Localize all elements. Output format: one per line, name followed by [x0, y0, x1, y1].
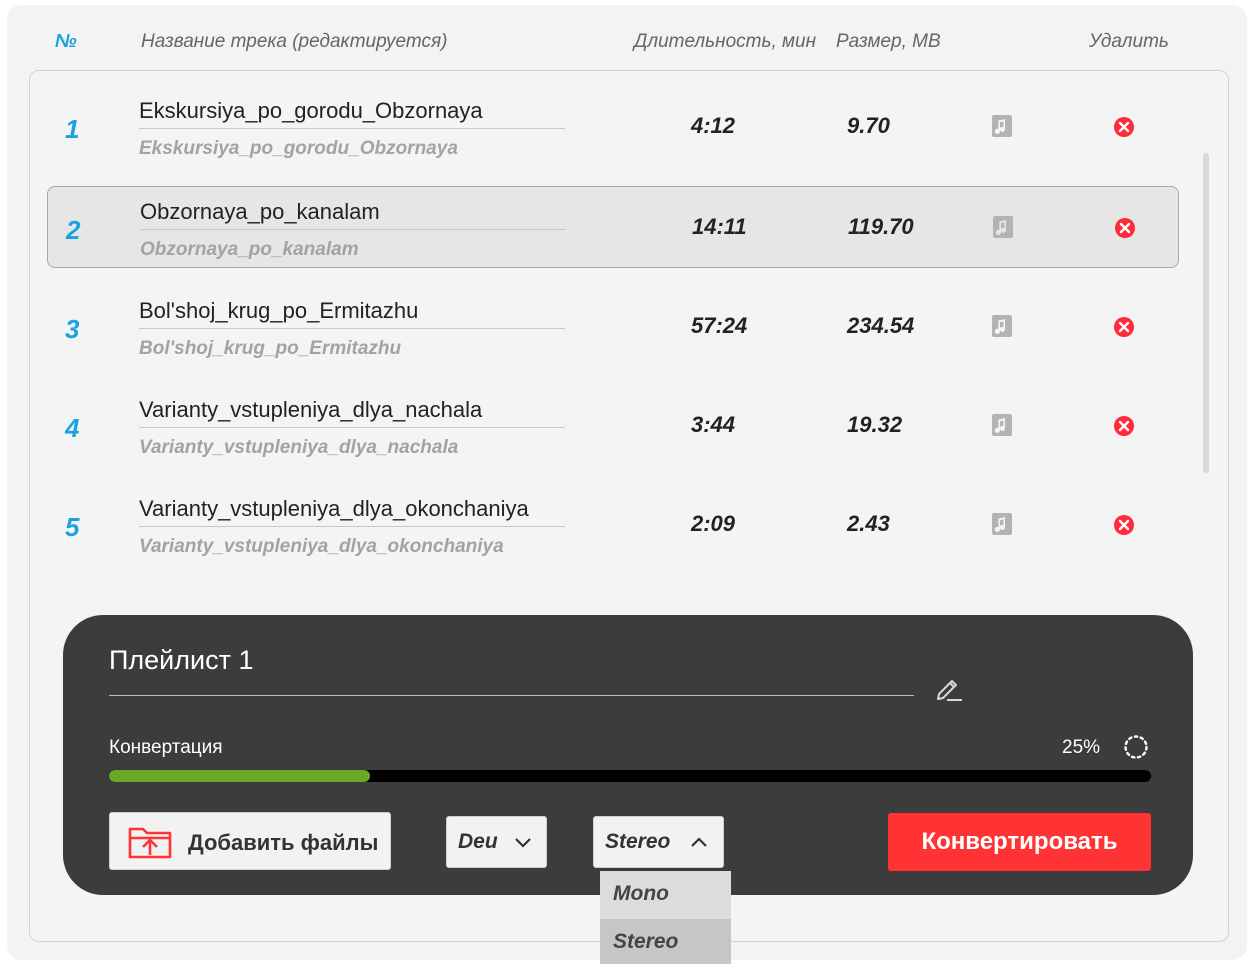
track-original-name: Varianty_vstupleniya_dlya_nachala — [139, 437, 459, 458]
delete-icon[interactable] — [1113, 514, 1135, 536]
track-row[interactable]: 4 Varianty_vstupleniya_dlya_nachala Vari… — [47, 385, 1179, 467]
track-original-name: Varianty_vstupleniya_dlya_okonchaniya — [139, 536, 504, 557]
delete-icon[interactable] — [1113, 316, 1135, 338]
add-files-label: Добавить файлы — [188, 830, 379, 855]
track-duration: 57:24 — [691, 313, 748, 338]
track-number: 3 — [65, 314, 80, 344]
progress-percent: 25% — [1062, 737, 1101, 758]
track-name-input[interactable]: Bol'shoj_krug_po_Ermitazhu — [139, 298, 565, 329]
channel-value: Stereo — [605, 830, 671, 853]
conversion-progress-bar — [109, 770, 1151, 782]
delete-icon[interactable] — [1113, 116, 1135, 138]
track-duration: 3:44 — [691, 412, 736, 437]
track-original-name: Ekskursiya_po_gorodu_Obzornaya — [139, 138, 458, 159]
folder-upload-icon — [128, 827, 172, 859]
playlist-name-underline — [109, 695, 914, 696]
channel-select[interactable]: Stereo — [593, 816, 724, 868]
track-original-name: Obzornaya_po_kanalam — [140, 239, 359, 260]
progress-fill — [109, 770, 370, 782]
track-number: 5 — [65, 512, 80, 542]
delete-icon[interactable] — [1113, 415, 1135, 437]
channel-option-stereo[interactable]: Stereo — [600, 919, 731, 964]
track-name-input[interactable]: Obzornaya_po_kanalam — [140, 199, 566, 230]
track-number: 1 — [65, 114, 80, 144]
music-file-icon[interactable] — [992, 513, 1012, 535]
track-number: 2 — [66, 215, 81, 245]
track-list-scrollbar[interactable] — [1203, 153, 1209, 473]
pencil-icon[interactable] — [935, 675, 963, 701]
track-name-input[interactable]: Ekskursiya_po_gorodu_Obzornaya — [139, 98, 565, 129]
add-files-button[interactable]: Добавить файлы — [109, 812, 391, 870]
track-name-input[interactable]: Varianty_vstupleniya_dlya_okonchaniya — [139, 496, 565, 527]
language-select[interactable]: Deu — [446, 816, 547, 868]
track-row[interactable]: 3 Bol'shoj_krug_po_Ermitazhu Bol'shoj_kr… — [47, 286, 1179, 368]
music-file-icon[interactable] — [993, 216, 1013, 238]
playlist-control-panel: Плейлист 1 Конвертация 25% Добавить файл… — [63, 615, 1193, 895]
track-row[interactable]: 5 Varianty_vstupleniya_dlya_okonchaniya … — [47, 484, 1179, 566]
channel-option-mono[interactable]: Mono — [600, 871, 731, 919]
track-name-input[interactable]: Varianty_vstupleniya_dlya_nachala — [139, 397, 565, 428]
track-row[interactable]: 1 Ekskursiya_po_gorodu_Obzornaya Ekskurs… — [47, 86, 1179, 168]
music-file-icon[interactable] — [992, 115, 1012, 137]
track-duration: 2:09 — [691, 511, 736, 536]
header-duration: Длительность, мин — [634, 31, 817, 52]
track-size: 19.32 — [847, 412, 903, 437]
music-file-icon[interactable] — [992, 315, 1012, 337]
track-original-name: Bol'shoj_krug_po_Ermitazhu — [139, 338, 402, 359]
channel-dropdown: Mono Stereo — [600, 871, 731, 964]
header-track-title: Название трека (редактируется) — [141, 31, 448, 52]
converter-window: № Название трека (редактируется) Длитель… — [7, 5, 1247, 964]
language-value: Deu — [458, 830, 498, 853]
chevron-up-icon — [691, 837, 707, 847]
chevron-down-icon — [515, 838, 531, 848]
track-size: 2.43 — [847, 511, 890, 536]
music-file-icon[interactable] — [992, 414, 1012, 436]
header-number: № — [55, 31, 77, 52]
conversion-label: Конвертация — [109, 737, 223, 758]
track-number: 4 — [65, 413, 80, 443]
track-size: 119.70 — [848, 214, 914, 239]
convert-button[interactable]: Конвертировать — [888, 813, 1151, 871]
track-row-selected[interactable]: 2 Obzornaya_po_kanalam Obzornaya_po_kana… — [47, 186, 1179, 268]
playlist-name-input[interactable]: Плейлист 1 — [109, 645, 253, 676]
spinner-icon — [1124, 735, 1148, 759]
track-size: 234.54 — [847, 313, 915, 338]
track-duration: 14:11 — [692, 214, 747, 239]
header-size: Размер, MB — [836, 31, 941, 52]
track-size: 9.70 — [847, 113, 890, 138]
track-duration: 4:12 — [691, 113, 736, 138]
delete-icon[interactable] — [1114, 217, 1136, 239]
header-delete: Удалить — [1089, 31, 1169, 52]
